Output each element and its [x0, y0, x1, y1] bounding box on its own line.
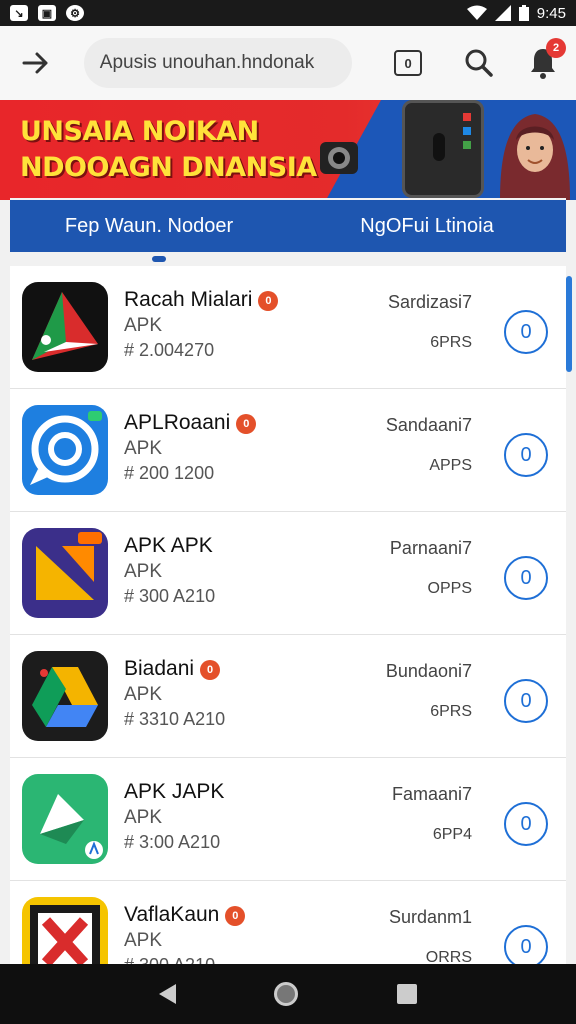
hot-badge: 0 [225, 906, 246, 926]
back-button[interactable] [18, 45, 54, 81]
camera-icon [320, 142, 358, 174]
app-name: APK JAPK [124, 780, 225, 803]
app-type: APK [124, 807, 163, 828]
list-item[interactable]: Racah Mialari 0 APK # 2.004270 Sardizasi7… [10, 266, 566, 389]
notification-badge: 2 [546, 38, 567, 58]
app-name: APK APK [124, 534, 213, 557]
download-button[interactable]: 0 [504, 556, 548, 600]
blue-chat-icon [22, 405, 108, 495]
app-bar: Apusis unouhan.hndonak 0 2 [0, 26, 576, 100]
list-item[interactable]: Biadani 0 APK # 3310 A210 Bundaoni7 6PRS … [10, 635, 566, 758]
app-type: APK [124, 684, 163, 705]
app-size: 6PRS [430, 334, 472, 351]
promo-banner[interactable]: UNSAIA NOIKAN NDOOAGN DNANSIA [0, 100, 576, 200]
photo-notification-icon: ▣ [38, 5, 56, 21]
nav-back-icon[interactable] [159, 984, 177, 1004]
download-button[interactable]: 0 [504, 433, 548, 477]
tab-count-button[interactable]: 0 [394, 50, 423, 76]
app-developer: Famaani7 [391, 784, 472, 804]
tab-second[interactable]: NgOFui Ltinoia [288, 215, 566, 238]
search-input[interactable]: Apusis unouhan.hndonak [83, 38, 353, 88]
hot-badge: 0 [200, 660, 221, 680]
app-developer: Bundaoni7 [385, 661, 472, 681]
scrollbar[interactable] [566, 276, 572, 372]
app-type: APK [124, 561, 163, 582]
app-type: APK [124, 930, 163, 951]
download-button[interactable]: 0 [504, 802, 548, 846]
app-meta: # 200 1200 [124, 463, 215, 483]
app-developer: Sandaani7 [385, 415, 472, 435]
app-meta: # 3:00 A210 [124, 832, 221, 852]
download-button[interactable]: 0 [504, 925, 548, 969]
notification-icon: ↘ [10, 5, 28, 21]
green-paper-icon [22, 774, 108, 864]
category-tabs: Fep Waun. Nodoer NgOFui Ltinoia [10, 198, 566, 252]
app-name: APLRoaani 0 [124, 411, 257, 435]
status-bar: ↘ ▣ ⚙ 9:45 [0, 0, 576, 26]
download-button[interactable]: 0 [504, 310, 548, 354]
clock: 9:45 [536, 4, 566, 22]
banner-line-1: UNSAIA NOIKAN [20, 116, 259, 147]
system-nav-bar [0, 964, 576, 1024]
list-item[interactable]: APK APK APK # 300 A210 Parnaani7 OPPS 0 [10, 512, 566, 635]
phone-image [402, 100, 484, 198]
app-store-screen: ↘ ▣ ⚙ 9:45 Apusis unouhan.hndonak 0 2 UN… [0, 0, 576, 1024]
app-type: APK [124, 438, 163, 459]
arrow-right-icon [22, 52, 48, 74]
app-size: APPS [429, 457, 472, 474]
app-name: Racah Mialari 0 [124, 288, 279, 312]
app-size: OPPS [427, 580, 472, 597]
tab-first[interactable]: Fep Waun. Nodoer [10, 215, 288, 238]
notifications-button[interactable]: 2 [528, 38, 567, 80]
purple-arrow-icon [22, 528, 108, 618]
banner-headline: UNSAIA NOIKAN NDOOAGN DNANSIA [20, 114, 317, 186]
app-developer: Sardizasi7 [387, 292, 472, 312]
battery-icon [518, 5, 529, 21]
model-photo [500, 114, 570, 200]
red-green-triangle-icon [22, 282, 108, 372]
app-meta: # 2.004270 [124, 340, 215, 360]
hot-badge: 0 [258, 291, 279, 311]
search-icon [465, 49, 493, 77]
app-type: APK [124, 315, 163, 336]
app-list: Racah Mialari 0 APK # 2.004270 Sardizasi7… [10, 266, 566, 1004]
app-name: VaflaKaun 0 [124, 903, 246, 927]
tab-indicator [152, 256, 166, 262]
app-size: 6PP4 [432, 826, 472, 843]
app-meta: # 300 A210 [124, 586, 216, 606]
nav-home-icon[interactable] [274, 982, 299, 1006]
search-button[interactable] [464, 48, 494, 78]
app-size: 6PRS [430, 703, 472, 720]
settings-notification-icon: ⚙ [66, 5, 84, 21]
drive-triangle-icon [22, 651, 108, 741]
app-name: Biadani 0 [124, 657, 221, 681]
download-button[interactable]: 0 [504, 679, 548, 723]
signal-icon [494, 5, 511, 21]
app-meta: # 3310 A210 [124, 709, 226, 729]
nav-recents-icon[interactable] [396, 984, 417, 1004]
hot-badge: 0 [236, 414, 257, 434]
search-input-text: Apusis unouhan.hndonak [99, 52, 315, 73]
list-item[interactable]: APK JAPK APK # 3:00 A210 Famaani7 6PP4 0 [10, 758, 566, 881]
app-developer: Surdanm1 [388, 907, 472, 927]
list-item[interactable]: APLRoaani 0 APK # 200 1200 Sandaani7 APPS… [10, 389, 566, 512]
app-developer: Parnaani7 [389, 538, 472, 558]
banner-line-2: NDOOAGN DNANSIA [20, 152, 317, 183]
wifi-icon [466, 5, 487, 20]
